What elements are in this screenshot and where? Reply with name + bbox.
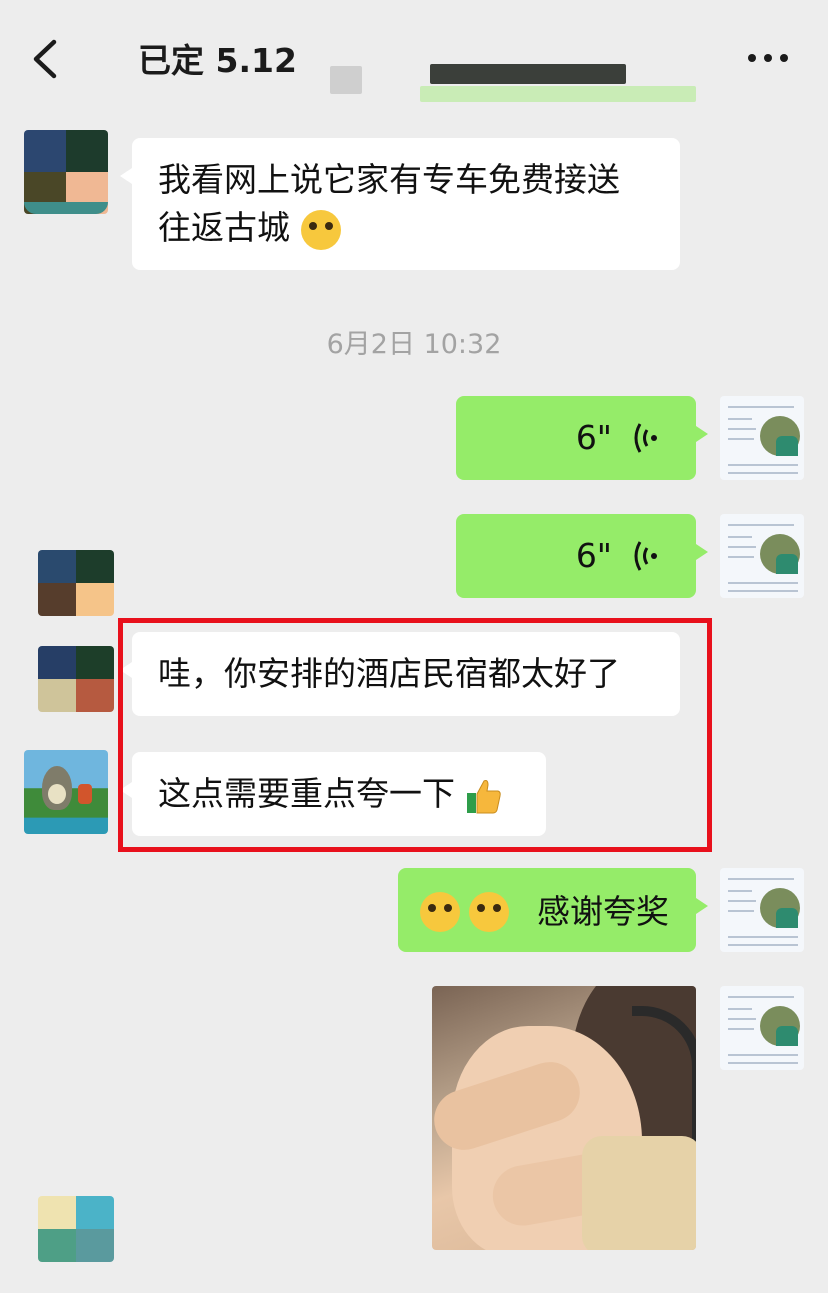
chat-header: 已定 5.12 bbox=[0, 0, 828, 105]
voice-message[interactable]: 6" bbox=[456, 514, 708, 598]
voice-duration: 6" bbox=[575, 418, 612, 457]
voice-message[interactable]: 6" bbox=[456, 396, 708, 480]
shush-face-icon bbox=[300, 209, 341, 250]
my-avatar[interactable] bbox=[720, 986, 804, 1070]
chat-title: 已定 5.12 bbox=[138, 41, 297, 80]
voice-wave-icon bbox=[634, 541, 657, 571]
message-text: 感谢夸奖 bbox=[537, 891, 669, 931]
more-dots-icon[interactable] bbox=[748, 48, 792, 68]
avatar[interactable] bbox=[38, 1196, 114, 1262]
message-text: 往返古城 bbox=[158, 208, 290, 247]
redacted-title-block bbox=[330, 66, 362, 94]
pleading-face-icon bbox=[420, 891, 460, 932]
message-bubble[interactable]: 感谢夸奖 bbox=[398, 868, 708, 952]
chevron-left-icon[interactable] bbox=[28, 36, 68, 82]
message-text: 我看网上说它家有专车免费接送 bbox=[158, 160, 620, 199]
message-timestamp: 6月2日 10:32 bbox=[326, 329, 502, 360]
avatar[interactable] bbox=[38, 550, 114, 616]
image-message[interactable] bbox=[432, 986, 696, 1250]
my-avatar[interactable] bbox=[720, 514, 804, 598]
pleading-face-icon bbox=[468, 891, 509, 932]
voice-duration: 6" bbox=[575, 536, 612, 575]
avatar[interactable] bbox=[38, 646, 114, 712]
highlight-box bbox=[118, 618, 712, 852]
message-text-line2: 往返古城 bbox=[158, 204, 658, 252]
message-bubble[interactable]: 我看网上说它家有专车免费接送 往返古城 bbox=[120, 138, 680, 270]
my-avatar[interactable] bbox=[720, 868, 804, 952]
redacted-title-block bbox=[430, 64, 626, 84]
voice-wave-icon bbox=[634, 423, 657, 453]
my-avatar[interactable] bbox=[720, 396, 804, 480]
avatar[interactable] bbox=[24, 750, 108, 834]
green-bubble-fragment bbox=[420, 86, 696, 102]
avatar[interactable] bbox=[24, 130, 108, 214]
